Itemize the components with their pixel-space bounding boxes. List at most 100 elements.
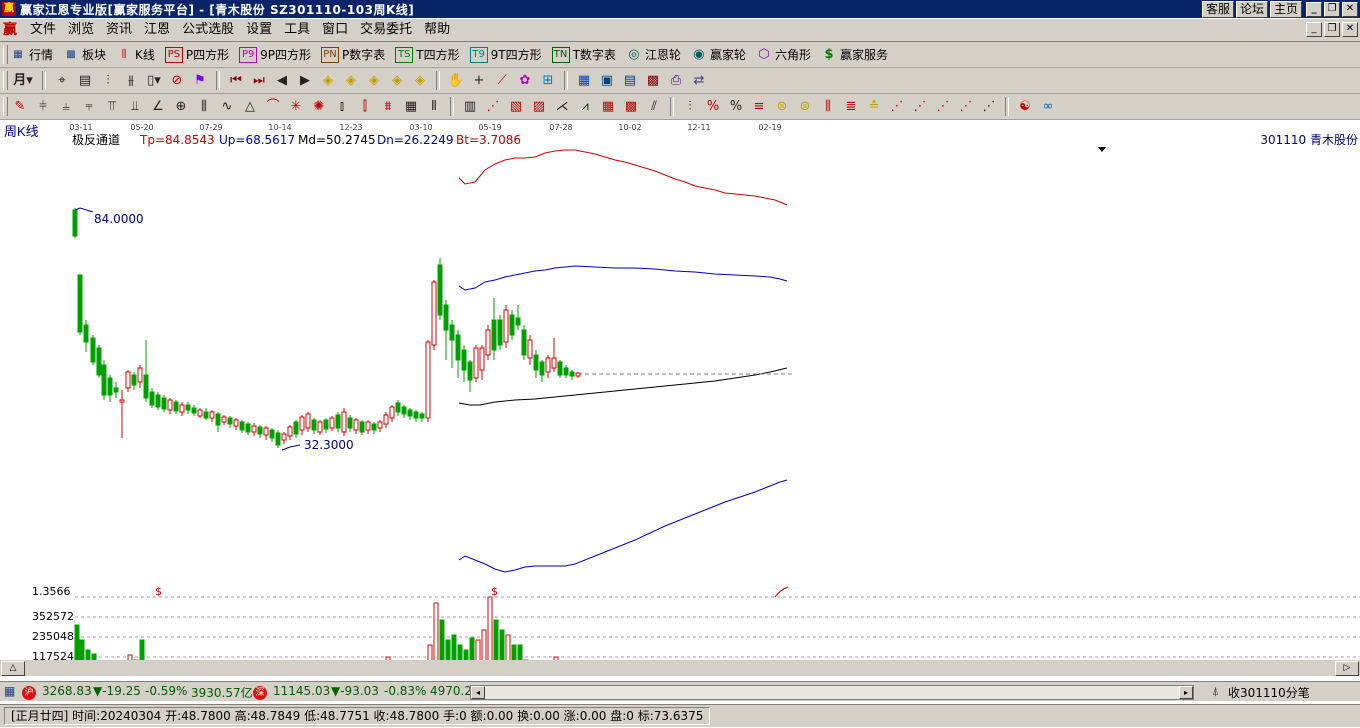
gann-grid-icon[interactable]: ⫧	[79, 97, 99, 116]
grid-tool-icon[interactable]: ▦	[401, 97, 421, 116]
indicator-icon[interactable]: ⊞	[538, 71, 558, 90]
menu-help[interactable]: 帮助	[418, 22, 456, 38]
pen-icon[interactable]: ✎	[10, 97, 30, 116]
nav-quotes[interactable]: ▦ 行情	[10, 45, 53, 64]
nav-winner-wheel[interactable]: ◉ 赢家轮	[691, 45, 746, 64]
fib-levels-icon[interactable]: ≡	[749, 97, 769, 116]
restore-icon[interactable]: ❐	[1324, 2, 1340, 17]
fib-time-icon[interactable]: ⩩	[378, 97, 398, 116]
cross-icon[interactable]: +	[469, 71, 489, 90]
zoom-in-icon[interactable]: ◈	[318, 71, 338, 90]
vertical-lines-icon[interactable]: ⫴	[424, 97, 444, 116]
percent-icon[interactable]: %	[726, 97, 746, 116]
nav-gann-wheel[interactable]: ◎ 江恩轮	[626, 45, 681, 64]
candles-gray-icon[interactable]: ⫶	[98, 71, 118, 90]
mdi-restore-icon[interactable]: ❐	[1324, 22, 1340, 37]
menu-trade[interactable]: 交易委托	[354, 22, 418, 38]
angle-line-icon[interactable]: ∠	[148, 97, 168, 116]
kline-chart[interactable]: 周K线 03-11 05-20 07-29 10-14 12-23 03-10 05-19 0…	[0, 120, 1360, 660]
spiral-icon[interactable]: ✺	[309, 97, 329, 116]
last-icon[interactable]: ⏭	[249, 71, 269, 90]
prev-icon[interactable]: ◀	[272, 71, 292, 90]
dropdown-arrow-icon[interactable]	[1098, 147, 1106, 152]
menu-settings[interactable]: 设置	[240, 22, 278, 38]
candles-gray2-icon[interactable]: ⫵	[121, 71, 141, 90]
top-link-service[interactable]: 客服	[1201, 1, 1234, 18]
nav-hexagon[interactable]: ⬡ 六角形	[756, 45, 811, 64]
gann-square-icon[interactable]: ▧	[506, 97, 526, 116]
trend-fan-icon[interactable]: ⋰	[483, 97, 503, 116]
status-scroll-right-icon[interactable]: ▸	[1179, 686, 1193, 699]
zoom-out-icon[interactable]: ◈	[341, 71, 361, 90]
expand-icon[interactable]: ◈	[410, 71, 430, 90]
report-icon[interactable]: ▤	[620, 71, 640, 90]
level-lines-icon[interactable]: ≣	[841, 97, 861, 116]
yin-yang-icon[interactable]: ☯	[1015, 97, 1035, 116]
top-link-forum[interactable]: 论坛	[1235, 1, 1268, 18]
chart-scrollbar[interactable]: △ ▷	[0, 660, 1360, 676]
percent-tool-icon[interactable]: %	[703, 97, 723, 116]
calendar-icon[interactable]: ▦	[574, 71, 594, 90]
candle-dropdown-icon[interactable]: ▯▾	[144, 71, 164, 90]
menu-tools[interactable]: 工具	[278, 22, 316, 38]
export-icon[interactable]: ⇄	[689, 71, 709, 90]
fib-fan-icon[interactable]: ⋰	[887, 97, 907, 116]
fib-fan4-icon[interactable]: ⋰	[956, 97, 976, 116]
user-icon[interactable]: ⍋	[1212, 684, 1219, 699]
price-levels-icon[interactable]: ⫼	[818, 97, 838, 116]
nav-p-number-table[interactable]: PN P数字表	[321, 45, 385, 64]
star-icon[interactable]: ✳	[286, 97, 306, 116]
save-icon[interactable]: ▩	[643, 71, 663, 90]
status-scrollbar[interactable]: ◂ ▸	[470, 685, 1194, 700]
nav-t-number-table[interactable]: TN T数字表	[551, 45, 616, 64]
mdi-close-icon[interactable]: ✕	[1342, 22, 1358, 37]
hand-icon[interactable]: ✋	[446, 71, 466, 90]
nav-t-square[interactable]: TS T四方形	[395, 45, 460, 64]
close-icon[interactable]: ✕	[1342, 2, 1358, 17]
menu-file[interactable]: 文件	[24, 22, 62, 38]
fan-lines-icon[interactable]: ⫩	[33, 97, 53, 116]
cycle-icon[interactable]: ⫾	[332, 97, 352, 116]
shift-down-icon[interactable]: ◈	[387, 71, 407, 90]
pitchfork-icon[interactable]: ⋌	[552, 97, 572, 116]
fib-fan5-icon[interactable]: ⋰	[979, 97, 999, 116]
minimize-icon[interactable]: _	[1306, 2, 1322, 17]
circle-grid-icon[interactable]: ⊕	[171, 97, 191, 116]
nav-9p-square[interactable]: P9 9P四方形	[239, 45, 311, 64]
status-grid-icon[interactable]: ▦	[4, 684, 15, 698]
period-select[interactable]: 月▾	[10, 71, 36, 90]
fib-fan3-icon[interactable]: ⋰	[933, 97, 953, 116]
speed-lines-icon[interactable]: ⫫	[125, 97, 145, 116]
zigzag-icon[interactable]: ⩘	[575, 97, 595, 116]
channel-icon[interactable]: ▥	[460, 97, 480, 116]
nav-p-square[interactable]: PS P四方形	[164, 45, 229, 64]
wave-icon[interactable]: ∿	[217, 97, 237, 116]
menu-window[interactable]: 窗口	[316, 22, 354, 38]
gift-icon[interactable]: ✿	[515, 71, 535, 90]
grid-red-icon[interactable]: ▦	[598, 97, 618, 116]
gann-fan-icon[interactable]: ⫨	[56, 97, 76, 116]
ruler-icon[interactable]: ⫶	[680, 97, 700, 116]
coin-levels-icon[interactable]: ⊜	[795, 97, 815, 116]
scroll-left-icon[interactable]: △	[1, 661, 25, 676]
gold-levels-icon[interactable]: ≛	[864, 97, 884, 116]
time-zone-icon[interactable]: ⫿	[355, 97, 375, 116]
arc-icon[interactable]: ⌒	[263, 97, 283, 116]
line-tool-icon[interactable]: ⟋	[492, 71, 512, 90]
nav-kline[interactable]: ⫼ K线	[116, 45, 155, 64]
shift-up-icon[interactable]: ◈	[364, 71, 384, 90]
triangle-icon[interactable]: △	[240, 97, 260, 116]
gann-tool-icon[interactable]: ⊘	[167, 71, 187, 90]
app-menu-icon[interactable]: 赢	[3, 22, 19, 38]
parallel-icon[interactable]: ⫽	[644, 97, 664, 116]
crosshair-icon[interactable]: ⌖	[52, 71, 72, 90]
gann-square2-icon[interactable]: ▨	[529, 97, 549, 116]
next-icon[interactable]: ▶	[295, 71, 315, 90]
mdi-minimize-icon[interactable]: _	[1306, 22, 1322, 37]
menu-news[interactable]: 资讯	[100, 22, 138, 38]
flag-icon[interactable]: ⚑	[190, 71, 210, 90]
tick-detail-label[interactable]: 收301110分笔	[1228, 684, 1310, 701]
nav-9t-square[interactable]: T9 9T四方形	[469, 45, 542, 64]
menu-browse[interactable]: 浏览	[62, 22, 100, 38]
status-scroll-left-icon[interactable]: ◂	[471, 686, 485, 699]
